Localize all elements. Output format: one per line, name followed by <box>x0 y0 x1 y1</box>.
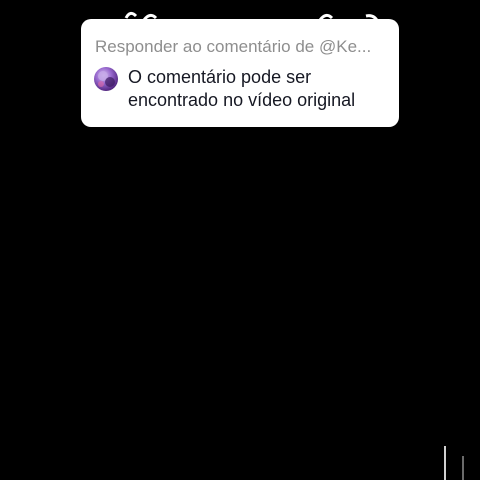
comment-line: encontrado no vídeo original <box>128 90 356 110</box>
avatar[interactable] <box>94 67 118 91</box>
corner-artifact <box>444 446 464 480</box>
reply-comment: O comentário pode ser encontrado no víde… <box>94 67 394 121</box>
video-frame: Responder ao comentário de @Ke... O come… <box>0 0 480 480</box>
avatar-image <box>98 71 115 87</box>
reply-header: Responder ao comentário de @Ke... <box>95 37 372 56</box>
reply-comment-card[interactable]: Responder ao comentário de @Ke... O come… <box>81 19 399 127</box>
comment-text: O comentário pode ser encontrado no víde… <box>128 66 390 112</box>
comment-line: O comentário pode ser <box>128 67 312 87</box>
